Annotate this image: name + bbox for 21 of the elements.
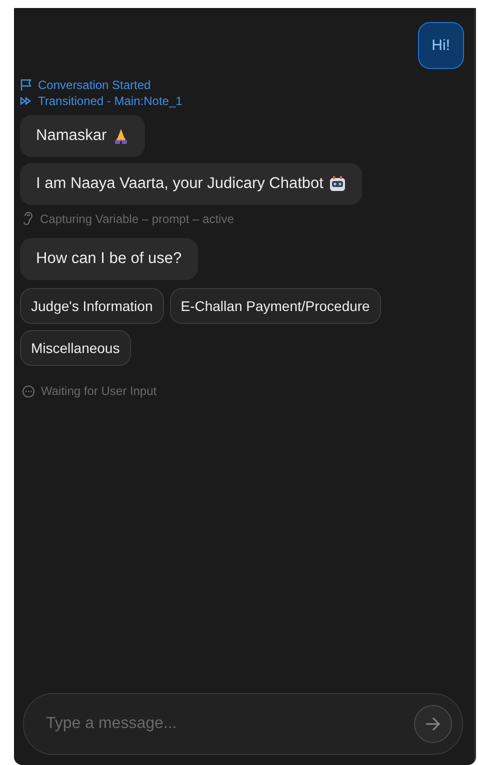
quick-reply-button[interactable]: Miscellaneous [20,330,131,366]
quick-reply-button[interactable]: E-Challan Payment/Procedure [170,288,381,324]
message-input-bar[interactable]: Type a message... [23,693,463,755]
flag-icon [20,79,33,91]
fast-forward-icon [20,96,33,106]
praying-hands-icon [112,128,129,144]
message-field[interactable]: Type a message... [44,714,414,734]
event-label: Conversation Started [38,77,151,93]
arrow-right-icon [425,717,441,731]
quick-reply-button[interactable]: Judge's Information [20,288,164,324]
bot-message: Namaskar [20,115,145,157]
chat-icon [22,384,35,398]
robot-icon [329,176,346,192]
ear-icon [22,211,34,226]
bot-message: I am Naaya Vaarta, your Judicary Chatbot [20,163,362,205]
bot-message: How can I be of use? [20,238,198,280]
send-button[interactable] [414,705,452,743]
user-message: Hi! [418,22,464,69]
event-label: Transitioned - Main:Note_1 [38,93,182,109]
status-note: Waiting for User Input [41,384,157,398]
status-note: Capturing Variable – prompt – active [40,212,234,226]
